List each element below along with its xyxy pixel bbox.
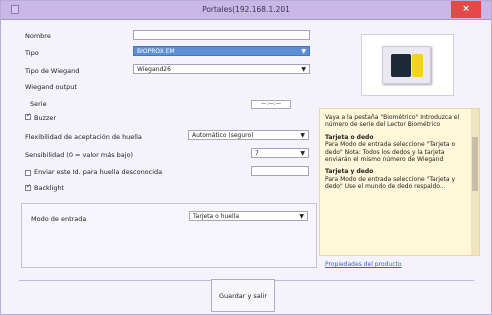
serie-label: Serie <box>30 100 47 108</box>
backlight-label: Backlight <box>34 184 65 192</box>
tipo-wiegand-select[interactable]: Wiegand26 ▼ <box>133 64 310 74</box>
modo-select[interactable]: Tarjeta o huella ▼ <box>189 211 308 221</box>
buzzer-label: Buzzer <box>34 114 57 122</box>
flexibilidad-select[interactable]: Automático (seguro) ▼ <box>188 130 309 140</box>
help-section2-title: Tarjeta y dedo <box>325 168 374 176</box>
title-bar: Portales(192.168.1.201 × <box>1 1 491 20</box>
scrollbar-thumb[interactable] <box>472 137 478 191</box>
buzzer-checkbox[interactable] <box>25 112 31 120</box>
tipo-label: Tipo <box>25 49 39 57</box>
help-content: Vaya a la pestaña "Biométrico" Introduzc… <box>325 114 470 191</box>
chevron-down-icon: ▼ <box>300 150 305 157</box>
help-section2-text: Para Modo de entrada seleccione "Tarjeta… <box>325 175 456 191</box>
chevron-down-icon: ▼ <box>301 66 306 73</box>
biometric-reader-image <box>382 46 431 84</box>
enviar-input[interactable] <box>251 166 309 176</box>
tipo-wiegand-value: Wiegand26 <box>137 66 171 73</box>
nombre-label: Nombre <box>25 32 51 40</box>
tipo-wiegand-label: Tipo de Wiegand <box>25 67 80 75</box>
close-button[interactable]: × <box>451 1 481 18</box>
wiegand-output-label: Wiegand output <box>25 83 77 91</box>
close-icon: × <box>462 4 470 14</box>
fingerprint-pad <box>391 54 411 77</box>
product-link[interactable]: Propiedades del producto <box>325 261 402 268</box>
flexibilidad-label: Flexibilidad de aceptación de huella <box>25 133 142 141</box>
nombre-input[interactable] <box>133 30 310 40</box>
help-section1-text: Para Modo de entrada seleccione "Tarjeta… <box>325 141 456 164</box>
card-pad <box>412 54 423 77</box>
help-intro: Vaya a la pestaña "Biométrico" Introduzc… <box>325 114 460 129</box>
portal-window: Portales(192.168.1.201 × Nombre Tipo BIO… <box>0 0 492 315</box>
chevron-down-icon: ▼ <box>300 132 305 139</box>
tipo-select[interactable]: BIOPROX EM ▼ <box>133 46 310 56</box>
help-panel: Vaya a la pestaña "Biométrico" Introduzc… <box>319 108 480 256</box>
enviar-checkbox[interactable] <box>25 170 31 176</box>
serie-input[interactable]: —:—:— <box>251 100 291 109</box>
modo-value: Tarjeta o huella <box>193 213 239 220</box>
sensibilidad-label: Sensibilidad (0 = valor más bajo) <box>25 151 134 159</box>
tipo-value: BIOPROX EM <box>137 48 175 55</box>
sensibilidad-value: 7 <box>255 150 259 157</box>
chevron-down-icon: ▼ <box>299 213 304 220</box>
window-title: Portales(192.168.1.201 <box>202 5 290 14</box>
device-image <box>361 34 454 96</box>
chevron-down-icon: ▼ <box>301 48 306 55</box>
enviar-label: Enviar este Id. para huella desconocida <box>34 168 163 176</box>
sensibilidad-select[interactable]: 7 ▼ <box>251 148 309 158</box>
help-section1-title: Tarjeta o dedo <box>325 133 374 141</box>
modo-label: Modo de entrada <box>31 215 87 223</box>
help-scrollbar[interactable] <box>471 109 479 255</box>
save-exit-button[interactable]: Guardar y salir <box>211 279 275 312</box>
backlight-checkbox[interactable] <box>25 183 31 191</box>
flexibilidad-value: Automático (seguro) <box>192 132 254 139</box>
